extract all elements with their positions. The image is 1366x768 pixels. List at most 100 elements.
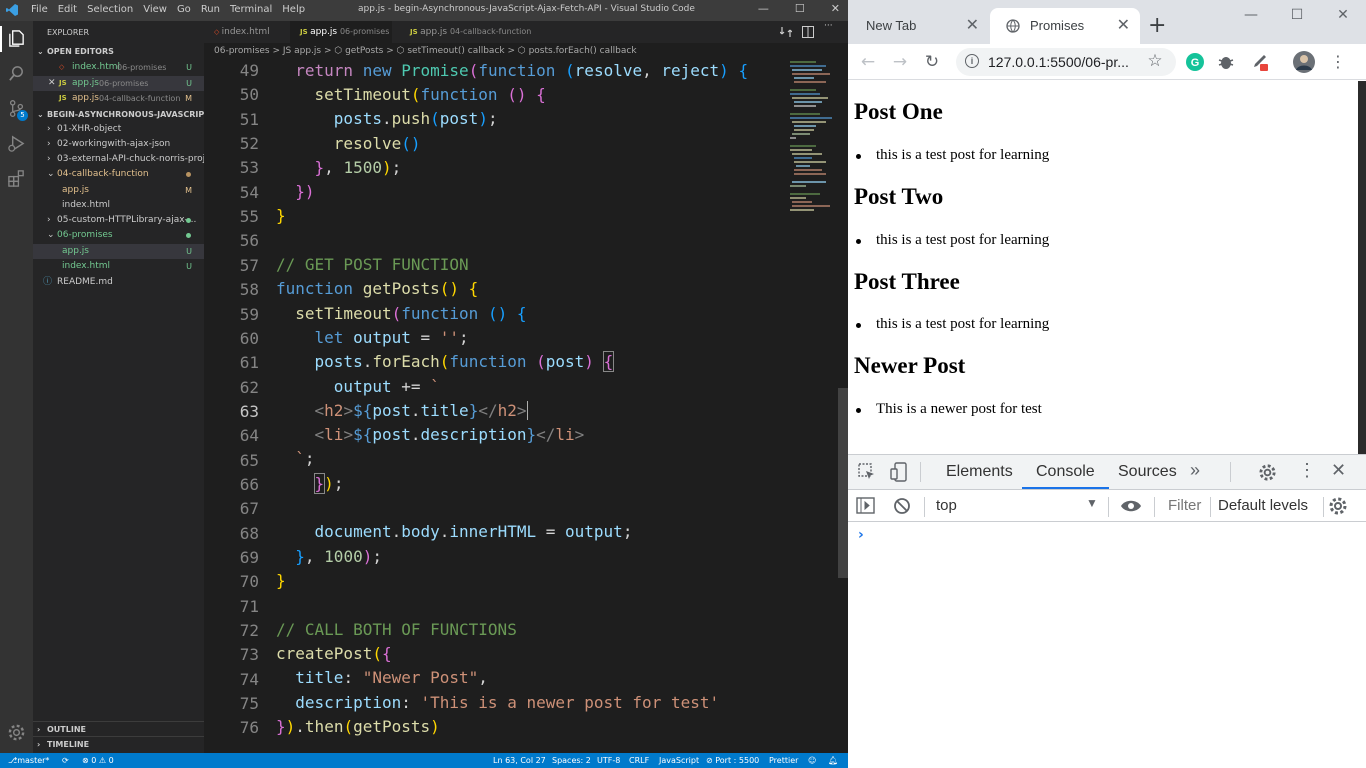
menu-terminal[interactable]: Terminal (230, 4, 272, 15)
explorer-icon[interactable] (7, 29, 26, 48)
bookmark-star-icon[interactable]: ☆ (1142, 49, 1168, 73)
prettier-status[interactable]: Prettier (769, 753, 798, 768)
tab-sources[interactable]: Sources (1104, 455, 1191, 489)
live-expression-eye-icon[interactable] (1120, 498, 1142, 514)
minimize-icon[interactable]: — (758, 2, 769, 15)
menu-edit[interactable]: Edit (58, 4, 77, 15)
console-prompt[interactable]: › (858, 527, 864, 543)
tree-file[interactable]: app.js U (33, 244, 204, 259)
language-mode[interactable]: JavaScript (659, 753, 699, 768)
menu-file[interactable]: File (31, 4, 48, 15)
settings-gear-icon[interactable] (1258, 463, 1277, 482)
devtools-panel: Elements Console Sources » ⋮ ✕ top ▼ Fil… (848, 454, 1366, 768)
split-editor-icon[interactable] (802, 26, 814, 38)
maximize-icon[interactable]: ☐ (1274, 0, 1320, 30)
new-tab-plus-icon[interactable]: + (1148, 12, 1166, 40)
minimize-icon[interactable]: — (1228, 0, 1274, 30)
code-line: function getPosts() { (276, 279, 479, 298)
outline-section[interactable]: › OUTLINE (33, 721, 204, 736)
timeline-section[interactable]: › TIMELINE (33, 736, 204, 751)
tree-file[interactable]: ⓘ README.md (33, 275, 204, 290)
inspect-element-icon[interactable] (858, 463, 876, 481)
chrome-menu-icon[interactable]: ⋮ (1326, 50, 1350, 74)
code-line: document.body.innerHTML = output; (314, 522, 633, 541)
back-arrow-icon[interactable]: ← (856, 50, 880, 74)
tree-file[interactable]: index.html (33, 198, 204, 213)
tab-close-icon[interactable]: ✕ (1117, 8, 1130, 44)
code-line: posts.forEach(function (post) { (314, 351, 615, 372)
profile-avatar[interactable] (1292, 50, 1316, 74)
run-debug-icon[interactable] (7, 134, 26, 153)
tree-folder[interactable]: › 01-XHR-object (33, 122, 204, 137)
line-number: 75 (239, 694, 259, 714)
post-title: Newer Post (854, 353, 966, 378)
console-settings-gear-icon[interactable] (1328, 496, 1348, 516)
device-toolbar-icon[interactable] (890, 462, 908, 482)
minimap[interactable] (786, 58, 844, 752)
devtools-menu-icon[interactable]: ⋮ (1298, 460, 1316, 481)
grammarly-icon[interactable]: G (1185, 52, 1205, 72)
tree-folder[interactable]: › 05-custom-HTTPLibrary-ajax-... (33, 213, 204, 228)
project-header[interactable]: ⌄BEGIN-ASYNCHRONOUS-JAVASCRIPT-AJ... (33, 107, 204, 122)
context-selector[interactable]: top (936, 497, 957, 514)
sync-icon[interactable]: ⟳ (62, 753, 69, 768)
maximize-icon[interactable]: ☐ (795, 2, 805, 15)
indentation[interactable]: Spaces: 2 (552, 753, 591, 768)
tree-folder[interactable]: ⌄ 06-promises (33, 228, 204, 243)
tree-file[interactable]: index.html U (33, 259, 204, 274)
editor-scrollbar[interactable] (838, 388, 848, 578)
menu-go[interactable]: Go (177, 4, 191, 15)
window-title: app.js - begin-Asynchronous-JavaScript-A… (358, 4, 695, 14)
log-levels-dropdown[interactable]: Default levels (1218, 497, 1308, 514)
branch-indicator[interactable]: ⎇ master* (8, 753, 49, 768)
manage-gear-icon[interactable] (7, 723, 26, 742)
tree-folder[interactable]: › 02-workingwith-ajax-json (33, 137, 204, 152)
encoding[interactable]: UTF-8 (597, 753, 620, 768)
bug-extension-icon[interactable] (1216, 52, 1236, 72)
line-ending[interactable]: CRLF (629, 753, 649, 768)
site-info-icon[interactable]: i (965, 54, 979, 68)
context-dropdown-icon[interactable]: ▼ (1086, 496, 1098, 510)
line-number: 65 (239, 450, 259, 470)
open-editor-item[interactable]: JS app.js 04-callback-function M (33, 91, 204, 106)
menu-view[interactable]: View (143, 4, 167, 15)
compare-changes-icon[interactable] (780, 26, 792, 38)
tab-index-html[interactable]: ◇ index.html (204, 21, 290, 43)
tree-file[interactable]: app.js M (33, 183, 204, 198)
open-editors-header[interactable]: ⌄ OPEN EDITORS (33, 44, 204, 59)
feedback-icon[interactable]: ☺ (808, 753, 816, 768)
search-icon[interactable] (7, 64, 26, 83)
filter-input[interactable]: Filter (1168, 497, 1201, 514)
live-server-port[interactable]: ⊘ Port : 5500 (706, 753, 759, 768)
open-editor-item[interactable]: ✕ JS app.js 06-promises U (33, 76, 204, 91)
open-editor-item[interactable]: ◇ index.html 06-promises U (33, 60, 204, 75)
tab-app-js-promises[interactable]: JS app.js 06-promises (290, 21, 392, 43)
close-icon[interactable]: ✕ (831, 2, 840, 15)
tab-close-icon[interactable]: ✕ (966, 8, 979, 44)
extensions-icon[interactable] (7, 169, 26, 188)
tab-elements[interactable]: Elements (932, 455, 1027, 489)
tab-promises[interactable]: Promises ✕ (990, 8, 1140, 44)
tab-app-js-callback[interactable]: JS app.js 04-callback-function (400, 21, 540, 43)
reload-icon[interactable]: ↻ (920, 50, 944, 74)
clear-console-icon[interactable] (893, 497, 911, 515)
close-icon[interactable]: ✕ (1320, 0, 1366, 30)
show-sidebar-icon[interactable] (856, 497, 875, 514)
forward-arrow-icon[interactable]: → (888, 50, 912, 74)
problems-indicator[interactable]: ⊗ 0 ⚠ 0 (82, 753, 114, 768)
eyedropper-extension-icon[interactable] (1249, 52, 1269, 72)
close-devtools-icon[interactable]: ✕ (1331, 460, 1346, 481)
menu-selection[interactable]: Selection (87, 4, 133, 15)
more-tabs-chevron-icon[interactable]: » (1190, 460, 1200, 481)
menu-run[interactable]: Run (201, 4, 220, 15)
tab-new-tab[interactable]: New Tab ✕ (854, 8, 989, 44)
tree-folder[interactable]: ⌄ 04-callback-function (33, 167, 204, 182)
code-editor[interactable]: 49 50 51 52 53 54 55 56 57 58 59 60 61 62 63 64 65 66 67 68… (204, 58, 848, 752)
tree-folder[interactable]: › 03-external-API-chuck-norris-project (33, 152, 204, 167)
cursor-position[interactable]: Ln 63, Col 27 (493, 753, 546, 768)
tab-console[interactable]: Console (1022, 455, 1109, 489)
menu-help[interactable]: Help (282, 4, 305, 15)
more-actions-icon[interactable]: ··· (824, 21, 833, 31)
line-number: 53 (239, 158, 259, 178)
notifications-bell-icon[interactable]: 🔔︎ (828, 753, 838, 768)
